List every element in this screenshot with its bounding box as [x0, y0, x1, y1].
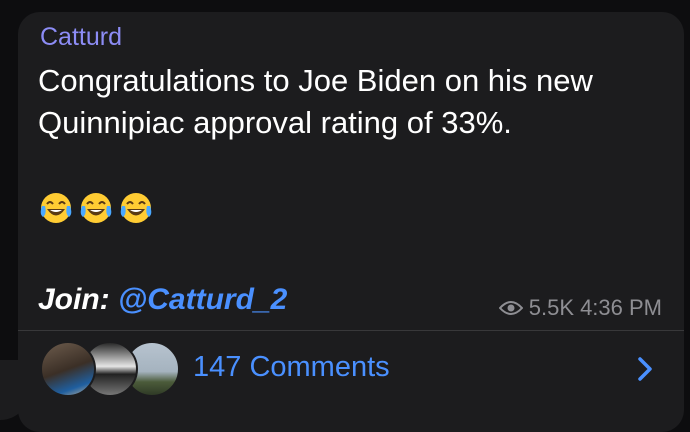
view-count: 5.5K: [528, 295, 575, 320]
comments-label: 147 Comments: [193, 351, 390, 383]
emoji-row: [38, 190, 154, 226]
comments-button[interactable]: 147 Comments: [18, 331, 684, 416]
face-with-tears-of-joy-icon: [40, 193, 72, 223]
eye-icon: [498, 301, 523, 315]
sender-name[interactable]: Catturd: [40, 22, 122, 52]
message-meta: 5.5K 4:36 PM: [498, 295, 662, 321]
timestamp: 4:36 PM: [580, 295, 662, 320]
face-with-tears-of-joy-icon: [80, 193, 112, 223]
join-label: Join:: [38, 283, 118, 316]
avatar: [40, 341, 96, 397]
commenter-avatars: [40, 341, 180, 397]
message-text: Congratulations to Joe Biden on his new …: [38, 63, 593, 140]
join-line: Join: @Catturd_2: [38, 283, 287, 317]
face-with-tears-of-joy-icon: [120, 193, 152, 223]
chevron-right-icon: [638, 357, 652, 381]
join-link[interactable]: @Catturd_2: [118, 283, 287, 316]
